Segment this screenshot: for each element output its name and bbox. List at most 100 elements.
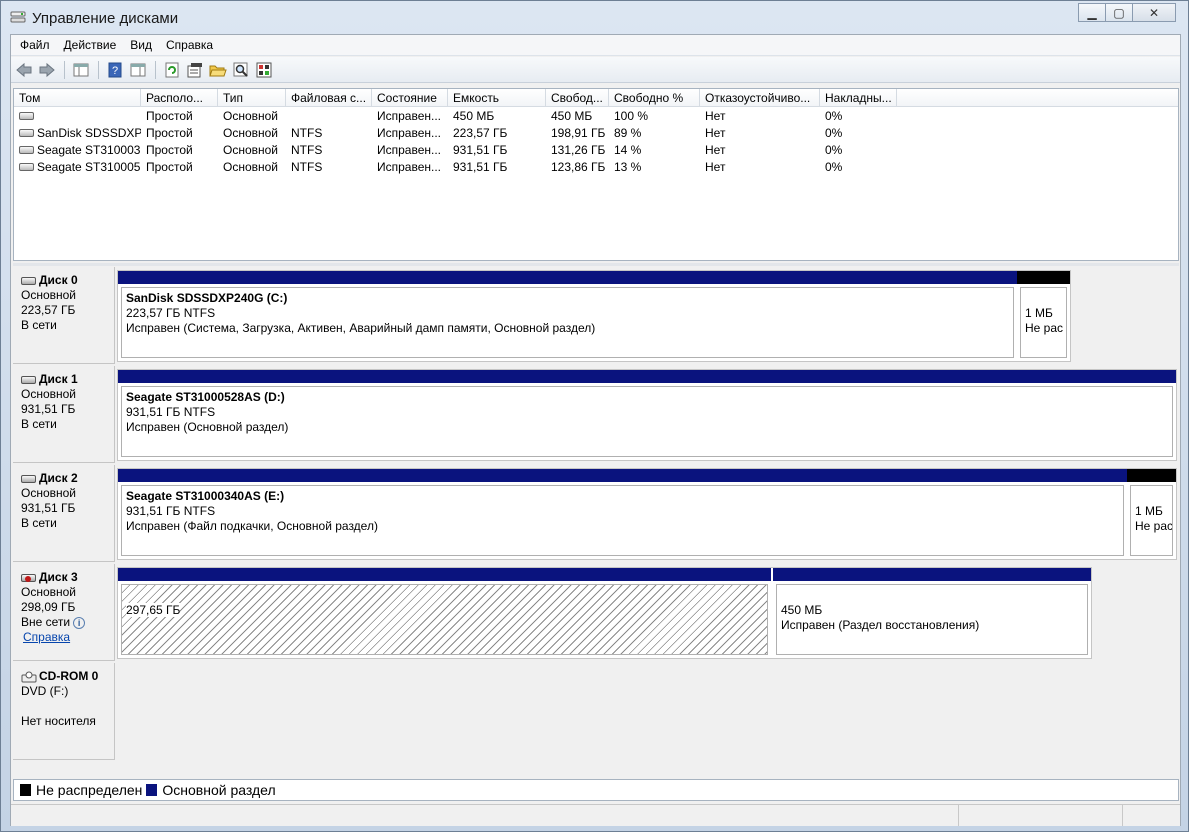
legend-swatch [20, 784, 31, 796]
file-system-cell: NTFS [291, 125, 323, 140]
properties-icon [130, 63, 146, 76]
capacity-cell: 931,51 ГБ [453, 142, 508, 157]
title-bar[interactable]: Управление дисками ▁ ▢ ✕ [1, 1, 1188, 35]
disk-name: Диск 2 [39, 471, 78, 485]
open-button[interactable] [207, 59, 229, 81]
back-button[interactable] [13, 59, 35, 81]
partition-bar [118, 370, 1176, 383]
minimize-button[interactable]: ▁ [1078, 3, 1106, 22]
partition-body: Seagate ST31000340AS (E:) 931,51 ГБ NTFS… [121, 485, 1124, 556]
svg-text:?: ? [112, 65, 118, 77]
table-row[interactable]: Seagate ST310003... Простой Основной NTF… [14, 141, 1178, 158]
partition-bar [118, 469, 1127, 482]
forward-icon [39, 62, 55, 77]
overhead-cell: 0% [825, 108, 843, 123]
disk-label[interactable]: CD-ROM 0 DVD (F:) Нет носителя [13, 663, 115, 760]
pane-splitter[interactable] [13, 263, 1179, 266]
refresh-button[interactable] [161, 59, 183, 81]
disk-label[interactable]: Диск 1 Основной 931,51 ГБ В сети [13, 366, 115, 463]
partition-size: 223,57 ГБ NTFS [126, 306, 216, 320]
partition-status: Исправен (Раздел восстановления) [781, 618, 980, 632]
menu-file[interactable]: Файл [13, 35, 57, 55]
disk-label[interactable]: Диск 3 Основной 298,09 ГБ Вне сети i Спра… [13, 564, 115, 661]
disk-management-app-icon [10, 11, 26, 23]
partition-bar [118, 568, 771, 581]
help-link[interactable]: Справка [23, 630, 70, 644]
disk-status: Нет носителя [21, 714, 96, 728]
console-tree-button[interactable] [70, 59, 92, 81]
explore-icon [233, 62, 248, 77]
disk-name: CD-ROM 0 [39, 669, 99, 683]
status-cell: Исправен... [377, 142, 442, 157]
window-title: Управление дисками [32, 10, 179, 27]
file-system-cell: NTFS [291, 142, 323, 157]
disk-partitions: SanDisk SDSSDXP240G (C:) 223,57 ГБ NTFS … [117, 270, 1071, 362]
maximize-button[interactable]: ▢ [1105, 3, 1133, 22]
refresh-icon [165, 62, 179, 77]
fault-tolerance-cell: Нет [705, 159, 726, 174]
unallocated-body: 1 МБ Не рас [1020, 287, 1067, 358]
partition-offline-main[interactable]: 297,65 ГБ [118, 568, 771, 658]
properties-button[interactable] [127, 59, 149, 81]
help-button[interactable]: ? [104, 59, 126, 81]
minimize-icon: ▁ [1087, 5, 1097, 20]
disk-type: DVD (F:) [21, 684, 69, 698]
volume-cell [14, 109, 141, 123]
table-row[interactable]: Простой Основной Исправен... 450 МБ 450 … [14, 107, 1178, 124]
type-cell: Основной [223, 142, 279, 157]
volume-icon [19, 112, 34, 121]
column-header-fault-tolerance[interactable]: Отказоустойчиво... [700, 89, 820, 106]
partition-c[interactable]: SanDisk SDSSDXP240G (C:) 223,57 ГБ NTFS … [118, 271, 1017, 361]
column-header-layout[interactable]: Располо... [141, 89, 218, 106]
column-header-volume[interactable]: Том [14, 89, 141, 106]
legend: Не распределен Основной раздел [13, 779, 1179, 801]
partition-name: Seagate ST31000528AS (D:) [126, 390, 285, 404]
free-space-cell: 450 МБ [551, 108, 593, 123]
rescan-disks-button[interactable] [184, 59, 206, 81]
disk-row-1: Диск 1 Основной 931,51 ГБ В сети Seagate… [13, 366, 1179, 463]
layout-cell: Простой [146, 125, 193, 140]
disk-size: 931,51 ГБ [21, 402, 76, 416]
explore-button[interactable] [230, 59, 252, 81]
legend-item-primary: Основной раздел [146, 782, 276, 798]
type-cell: Основной [223, 159, 279, 174]
column-header-type[interactable]: Тип [218, 89, 286, 106]
unallocated-space[interactable]: 1 МБ Не рас [1127, 469, 1176, 559]
disk-icon [21, 276, 36, 285]
forward-button[interactable] [36, 59, 58, 81]
volume-icon [19, 163, 34, 172]
column-header-overhead[interactable]: Накладны... [820, 89, 897, 106]
disk-label[interactable]: Диск 0 Основной 223,57 ГБ В сети [13, 267, 115, 364]
volume-name: Seagate ST310005... [37, 159, 141, 174]
column-header-file-system[interactable]: Файловая с... [286, 89, 372, 106]
partition-size: 931,51 ГБ NTFS [126, 405, 216, 419]
menu-action[interactable]: Действие [57, 35, 124, 55]
volume-list: Том Располо... Тип Файловая с... Состоян… [13, 88, 1179, 261]
disk-row-0: Диск 0 Основной 223,57 ГБ В сети SanDisk… [13, 267, 1179, 364]
menu-view[interactable]: Вид [123, 35, 159, 55]
properties-sheet-button[interactable] [253, 59, 275, 81]
menu-help[interactable]: Справка [159, 35, 220, 55]
table-row[interactable]: Seagate ST310005... Простой Основной NTF… [14, 158, 1178, 175]
disk-size: 931,51 ГБ [21, 501, 76, 515]
partition-size: 931,51 ГБ NTFS [126, 504, 216, 518]
info-icon[interactable]: i [73, 616, 86, 629]
column-header-free-space[interactable]: Свобод... [546, 89, 609, 106]
column-header-status[interactable]: Состояние [372, 89, 448, 106]
column-header-capacity[interactable]: Емкость [448, 89, 546, 106]
disk-status: В сети [21, 516, 57, 530]
table-row[interactable]: SanDisk SDSSDXP2... Простой Основной NTF… [14, 124, 1178, 141]
partition-e[interactable]: Seagate ST31000340AS (E:) 931,51 ГБ NTFS… [118, 469, 1127, 559]
unallocated-space[interactable]: 1 МБ Не рас [1017, 271, 1070, 361]
disk-size: 298,09 ГБ [21, 600, 76, 614]
toolbar-separator [98, 60, 99, 79]
partition-d[interactable]: Seagate ST31000528AS (D:) 931,51 ГБ NTFS… [118, 370, 1176, 460]
column-header-percent-free[interactable]: Свободно % [609, 89, 700, 106]
partition-recovery[interactable]: 450 МБ Исправен (Раздел восстановления) [773, 568, 1091, 658]
unallocated-bar [1017, 271, 1070, 284]
disk-icon [21, 474, 36, 483]
back-icon [16, 62, 32, 77]
close-button[interactable]: ✕ [1132, 3, 1176, 22]
window-controls: ▁ ▢ ✕ [1078, 3, 1176, 22]
disk-label[interactable]: Диск 2 Основной 931,51 ГБ В сети [13, 465, 115, 562]
